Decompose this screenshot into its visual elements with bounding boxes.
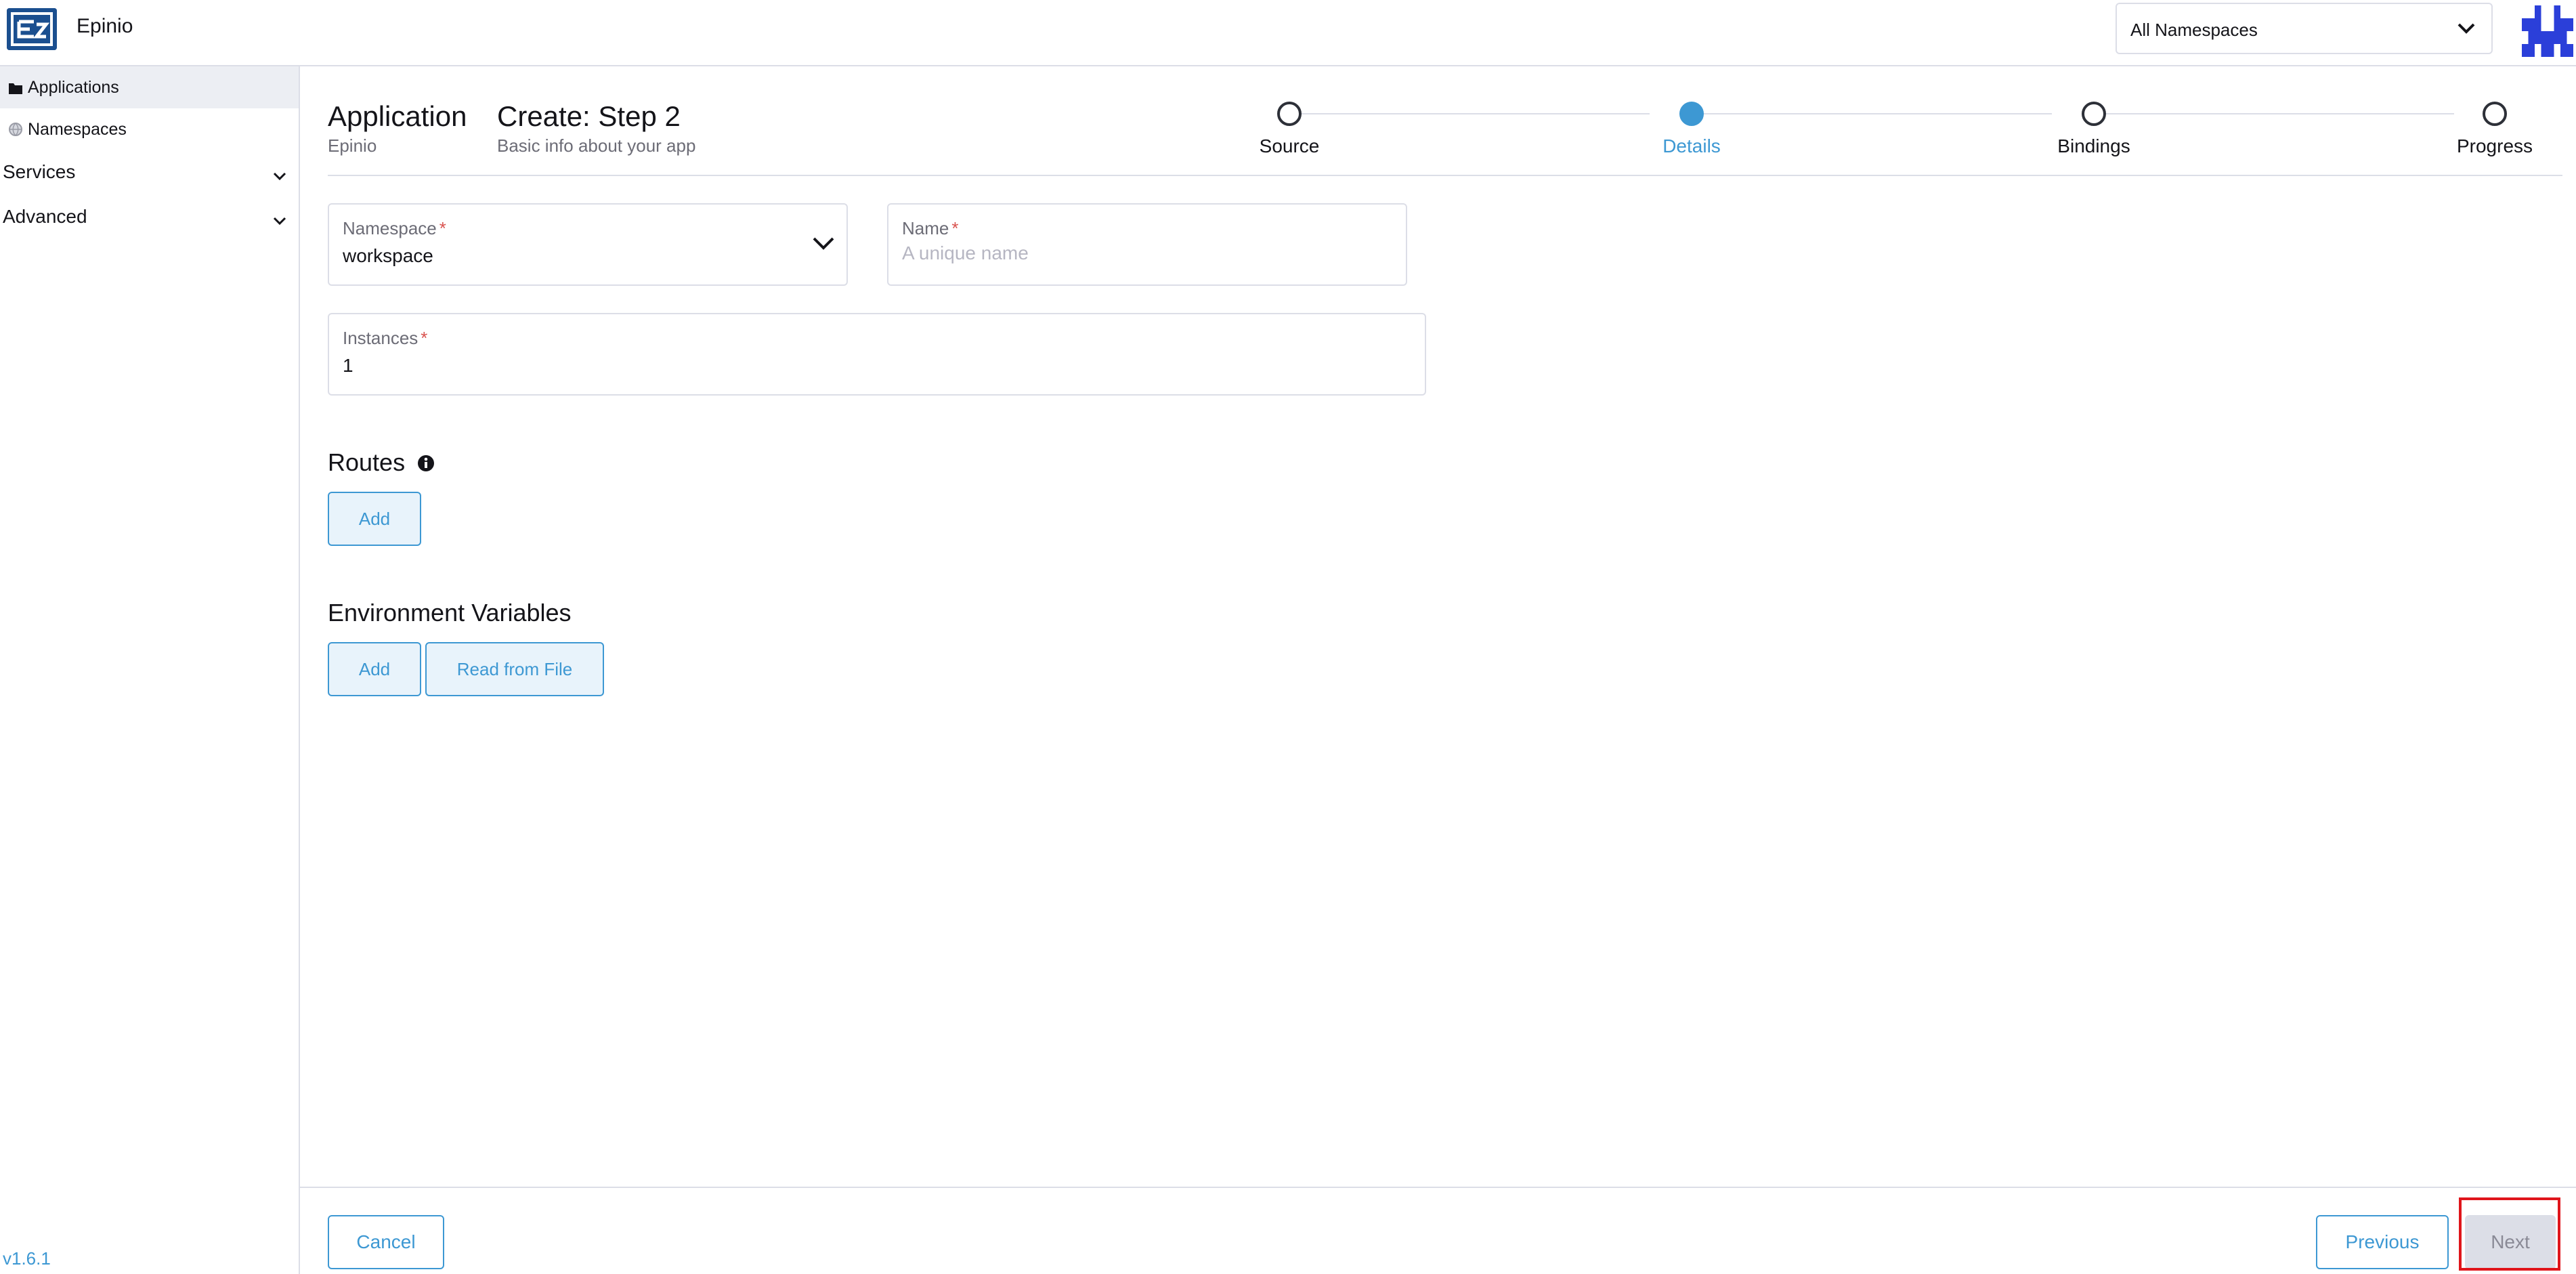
instances-field[interactable]: Instances * 1 bbox=[328, 313, 1426, 396]
namespace-value: workspace bbox=[343, 245, 433, 266]
step-label: Progress bbox=[2456, 135, 2533, 156]
namespace-select[interactable]: Namespace * workspace bbox=[328, 203, 848, 286]
info-icon[interactable] bbox=[417, 450, 435, 478]
routes-title: Routes bbox=[328, 448, 435, 478]
step-subtitle: Basic info about your app bbox=[497, 135, 696, 156]
sidebar-item-label: Applications bbox=[28, 78, 119, 97]
wizard-stepper: Source Details Bindings Progress bbox=[1260, 100, 2533, 161]
page-heading: Application Epinio bbox=[328, 100, 467, 156]
namespace-filter-value: All Namespaces bbox=[2130, 20, 2258, 40]
version-link[interactable]: v1.6.1 bbox=[3, 1248, 51, 1269]
env-vars-title: Environment Variables bbox=[328, 599, 572, 627]
next-button-highlight bbox=[2459, 1197, 2560, 1271]
step-source[interactable]: Source bbox=[1222, 100, 1357, 157]
user-avatar[interactable] bbox=[2522, 5, 2573, 57]
previous-button[interactable]: Previous bbox=[2316, 1215, 2449, 1269]
page-title: Application bbox=[328, 100, 467, 132]
chevron-down-icon bbox=[2456, 20, 2476, 40]
sidebar-group-advanced[interactable]: Advanced bbox=[0, 196, 299, 237]
namespace-filter-select[interactable]: All Namespaces bbox=[2116, 3, 2493, 54]
step-heading: Create: Step 2 Basic info about your app bbox=[497, 100, 695, 156]
step-label: Source bbox=[1259, 135, 1320, 156]
sidebar-group-label: Services bbox=[3, 161, 76, 182]
instances-value[interactable]: 1 bbox=[343, 355, 353, 377]
step-label: Details bbox=[1662, 135, 1721, 156]
name-field[interactable]: Name * bbox=[887, 203, 1407, 286]
step-indicator bbox=[2483, 102, 2507, 126]
sidebar-item-applications[interactable]: Applications bbox=[0, 66, 299, 108]
step-indicator bbox=[1277, 102, 1302, 126]
step-progress[interactable]: Progress bbox=[2427, 100, 2562, 157]
chevron-down-icon bbox=[272, 165, 288, 187]
header-divider bbox=[328, 175, 2562, 176]
step-title: Create: Step 2 bbox=[497, 100, 681, 132]
step-details[interactable]: Details bbox=[1624, 100, 1759, 157]
identicon-icon bbox=[2522, 5, 2573, 57]
epinio-logo-icon bbox=[7, 8, 57, 50]
page-subtitle: Epinio bbox=[328, 135, 377, 156]
chevron-down-icon bbox=[811, 234, 836, 255]
cancel-button[interactable]: Cancel bbox=[328, 1215, 444, 1269]
chevron-down-icon bbox=[272, 210, 288, 232]
sidebar-group-label: Advanced bbox=[3, 206, 87, 227]
sidebar-item-label: Namespaces bbox=[28, 120, 127, 139]
namespace-label: Namespace * bbox=[343, 218, 446, 238]
name-label: Name * bbox=[902, 218, 959, 238]
step-bindings[interactable]: Bindings bbox=[2026, 100, 2162, 157]
sidebar-item-namespaces[interactable]: Namespaces bbox=[0, 108, 299, 150]
step-indicator bbox=[1679, 102, 1704, 126]
folder-icon bbox=[8, 80, 23, 100]
epinio-logo[interactable] bbox=[7, 8, 57, 50]
step-label: Bindings bbox=[2057, 135, 2130, 156]
sidebar-group-services[interactable]: Services bbox=[0, 152, 299, 192]
top-header: Epinio All Namespaces bbox=[0, 0, 2576, 66]
app-name: Epinio bbox=[77, 15, 133, 37]
add-route-button[interactable]: Add bbox=[328, 492, 421, 546]
globe-icon bbox=[8, 122, 23, 142]
name-input[interactable] bbox=[902, 242, 1376, 264]
instances-label: Instances * bbox=[343, 328, 428, 348]
add-env-var-button[interactable]: Add bbox=[328, 642, 421, 696]
read-from-file-button[interactable]: Read from File bbox=[425, 642, 604, 696]
step-indicator bbox=[2082, 102, 2106, 126]
sidebar: Applications Namespaces Services Advance… bbox=[0, 66, 300, 1274]
footer-divider bbox=[300, 1187, 2576, 1188]
